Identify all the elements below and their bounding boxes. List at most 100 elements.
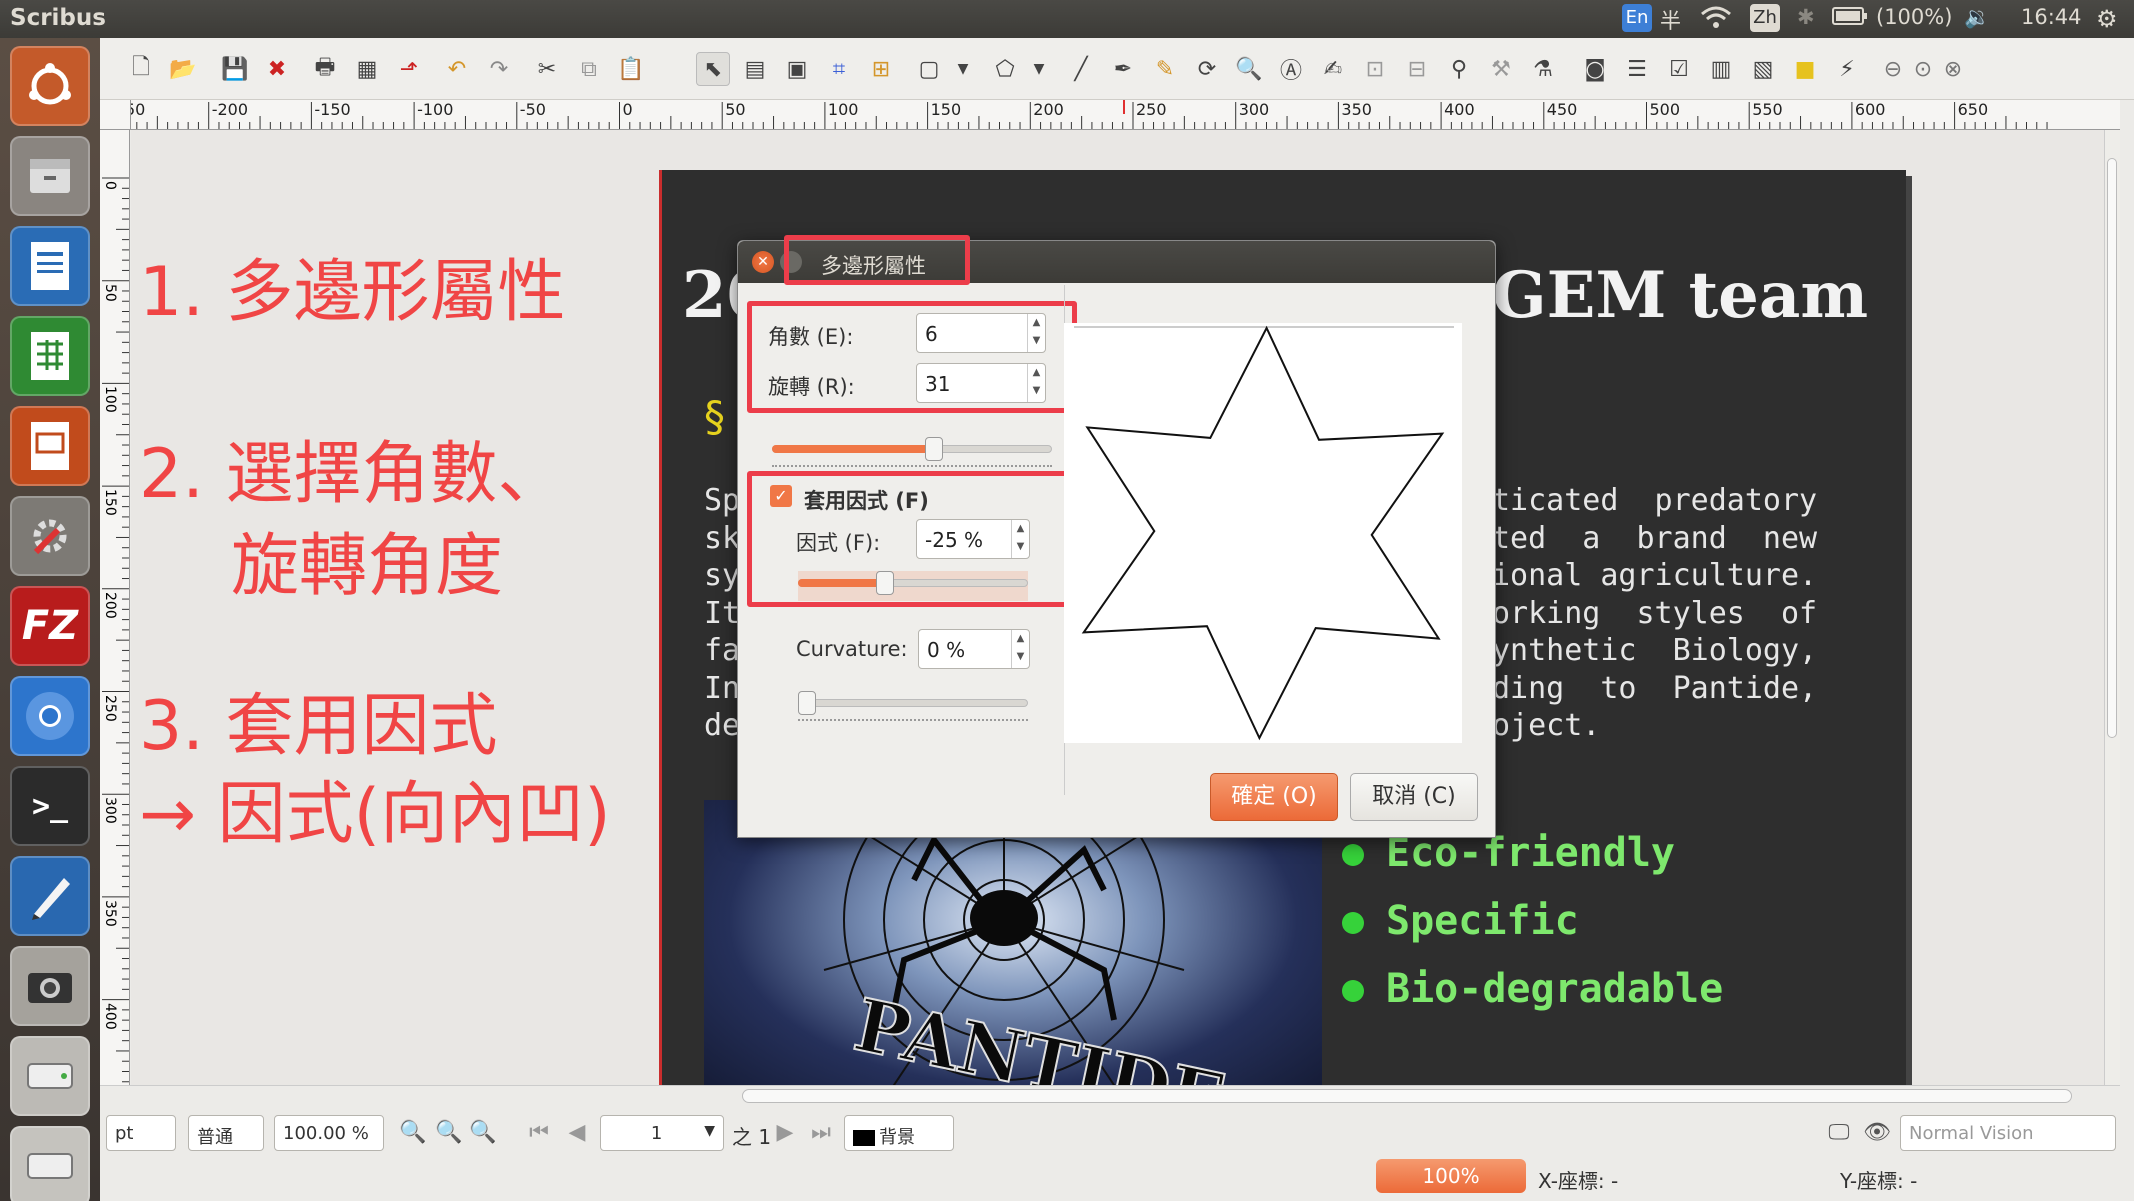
close-document-icon[interactable]: ✖ [260, 52, 294, 86]
copy-icon[interactable]: ⧉ [572, 52, 606, 86]
first-page-icon[interactable]: ⏮ [522, 1115, 556, 1149]
shape-dropdown-icon[interactable]: ▼ [946, 52, 980, 86]
zoom-in-icon[interactable]: 🔍 [466, 1115, 500, 1149]
input-method-en-badge[interactable]: En [1622, 4, 1652, 32]
shape-icon[interactable]: ▢ [912, 52, 946, 86]
factor-spinbox[interactable]: -25 % ▲ ▼ [916, 519, 1030, 559]
ruler-origin[interactable] [100, 100, 131, 130]
polygon-dropdown-icon[interactable]: ▼ [1022, 52, 1056, 86]
factor-slider-knob[interactable] [876, 571, 895, 595]
spin-arrows-icon[interactable]: ▲ ▼ [1011, 630, 1029, 668]
clock[interactable]: 16:44 [2021, 5, 2082, 29]
new-document-icon[interactable]: 🗋 [124, 52, 158, 86]
preflight-icon[interactable]: ▦ [350, 52, 384, 86]
rotation-slider[interactable] [772, 437, 1052, 467]
cancel-button[interactable]: 取消 (C) [1350, 773, 1478, 821]
freehand-icon[interactable]: ✎ [1148, 52, 1182, 86]
writer-icon[interactable] [10, 226, 90, 306]
vision-eye-icon[interactable]: 👁 [1860, 1115, 1894, 1149]
table-icon[interactable]: ⊞ [864, 52, 898, 86]
vision-selector[interactable]: Normal Vision [1900, 1115, 2116, 1151]
curvature-spinbox[interactable]: 0 % ▲ ▼ [918, 629, 1030, 669]
chromium-icon[interactable] [10, 676, 90, 756]
scribus-icon[interactable] [10, 856, 90, 936]
preview-close-icon[interactable]: ⊗ [1936, 52, 1970, 86]
polygon-icon[interactable]: ⬠ [988, 52, 1022, 86]
render-frame-icon[interactable]: ⌗ [822, 52, 856, 86]
zoom-input[interactable]: 100.00 % [274, 1115, 384, 1151]
unit-selector[interactable]: pt [106, 1115, 176, 1151]
zoom-out-icon[interactable]: 🔍 [396, 1115, 430, 1149]
pdf-checkbox-icon[interactable]: ☑ [1662, 52, 1696, 86]
horizontal-scroll-thumb[interactable] [742, 1089, 2072, 1103]
corners-spinbox[interactable]: 6 ▲ ▼ [916, 313, 1046, 353]
preview-mode-icon[interactable]: ⊖ [1876, 52, 1910, 86]
vertical-scrollbar[interactable] [2104, 130, 2120, 1085]
spin-arrows-icon[interactable]: ▲ ▼ [1011, 520, 1029, 558]
text-annotation-icon[interactable]: ■ [1788, 52, 1822, 86]
cut-icon[interactable]: ✂ [530, 52, 564, 86]
copy-properties-icon[interactable]: ⚒ [1484, 52, 1518, 86]
vertical-scroll-thumb[interactable] [2107, 158, 2117, 738]
rotation-spinbox[interactable]: 31 ▲ ▼ [916, 363, 1046, 403]
edit-text-icon[interactable]: ✍ [1316, 52, 1350, 86]
input-half-width-indicator[interactable]: 半 [1660, 5, 1681, 35]
drive-icon[interactable] [10, 1036, 90, 1116]
link-frames-icon[interactable]: ⊡ [1358, 52, 1392, 86]
filezilla-icon[interactable]: FZ [10, 586, 90, 666]
ubuntu-logo-icon[interactable] [10, 46, 90, 126]
drive-2-icon[interactable] [10, 1126, 90, 1201]
rotation-slider-knob[interactable] [925, 437, 944, 461]
eyedropper-icon[interactable]: ⚗ [1526, 52, 1560, 86]
layer-selector[interactable]: 背景 [844, 1115, 954, 1151]
impress-icon[interactable] [10, 406, 90, 486]
undo-icon[interactable]: ↶ [440, 52, 474, 86]
rotate-icon[interactable]: ⟳ [1190, 52, 1224, 86]
spin-arrows-icon[interactable]: ▲ ▼ [1027, 314, 1045, 352]
terminal-icon[interactable]: >_ [10, 766, 90, 846]
ok-button[interactable]: 確定 (O) [1210, 773, 1338, 821]
files-icon[interactable] [10, 136, 90, 216]
next-page-icon[interactable]: ▶ [768, 1115, 802, 1149]
print-icon[interactable]: 🖶 [308, 52, 342, 86]
measure-icon[interactable]: ⚲ [1442, 52, 1476, 86]
pdf-textfield-icon[interactable]: ☰ [1620, 52, 1654, 86]
wifi-icon[interactable] [1700, 5, 1732, 36]
prev-page-icon[interactable]: ◀ [560, 1115, 594, 1149]
spin-arrows-icon[interactable]: ▲ ▼ [1027, 364, 1045, 402]
pantide-image[interactable]: PANTIDE [704, 800, 1322, 1085]
select-tool-icon[interactable]: ⬉ [696, 52, 730, 86]
vertical-ruler[interactable]: 0 50 100 150 200 250 300 350 400 [100, 130, 130, 1085]
battery-icon[interactable] [1832, 5, 1868, 32]
page-number-input[interactable]: 1 ▼ [600, 1115, 724, 1151]
system-settings-icon[interactable] [10, 496, 90, 576]
paste-icon[interactable]: 📋 [614, 52, 648, 86]
export-pdf-icon[interactable]: ⬏ [392, 52, 426, 86]
curvature-slider[interactable] [798, 691, 1028, 721]
apply-factor-checkbox[interactable]: ✓ [770, 485, 792, 507]
link-annotation-icon[interactable]: ⚡ [1830, 52, 1864, 86]
edit-contents-icon[interactable]: Ⓐ [1274, 52, 1308, 86]
bezier-icon[interactable]: ✒ [1106, 52, 1140, 86]
text-frame-icon[interactable]: ▤ [738, 52, 772, 86]
horizontal-ruler[interactable]: -250-200-150-100-50050100150200250300350… [100, 100, 2120, 130]
open-folder-icon[interactable]: 📂 [166, 52, 200, 86]
pdf-button-icon[interactable]: ◙ [1578, 52, 1612, 86]
zoom-icon[interactable]: 🔍 [1232, 52, 1266, 86]
bluetooth-icon[interactable]: ✱ [1797, 5, 1815, 29]
line-icon[interactable]: ╱ [1064, 52, 1098, 86]
volume-icon[interactable]: 🔉 [1964, 5, 1990, 30]
preview-edit-icon[interactable]: ⊙ [1906, 52, 1940, 86]
input-method-zh-badge[interactable]: Zh [1750, 4, 1780, 32]
settings-gear-icon[interactable]: ⚙ [2096, 5, 2118, 33]
unlink-frames-icon[interactable]: ⊟ [1400, 52, 1434, 86]
image-frame-icon[interactable]: ▣ [780, 52, 814, 86]
factor-slider[interactable] [798, 571, 1028, 601]
horizontal-scrollbar[interactable] [100, 1085, 2120, 1107]
display-options-icon[interactable]: 🖵 [1822, 1115, 1856, 1149]
mode-selector[interactable]: 普通 [188, 1115, 264, 1151]
pdf-combobox-icon[interactable]: ▥ [1704, 52, 1738, 86]
calc-icon[interactable] [10, 316, 90, 396]
zoom-100-icon[interactable]: 🔍 [432, 1115, 466, 1149]
dialog-close-icon[interactable]: ✕ [752, 251, 774, 273]
